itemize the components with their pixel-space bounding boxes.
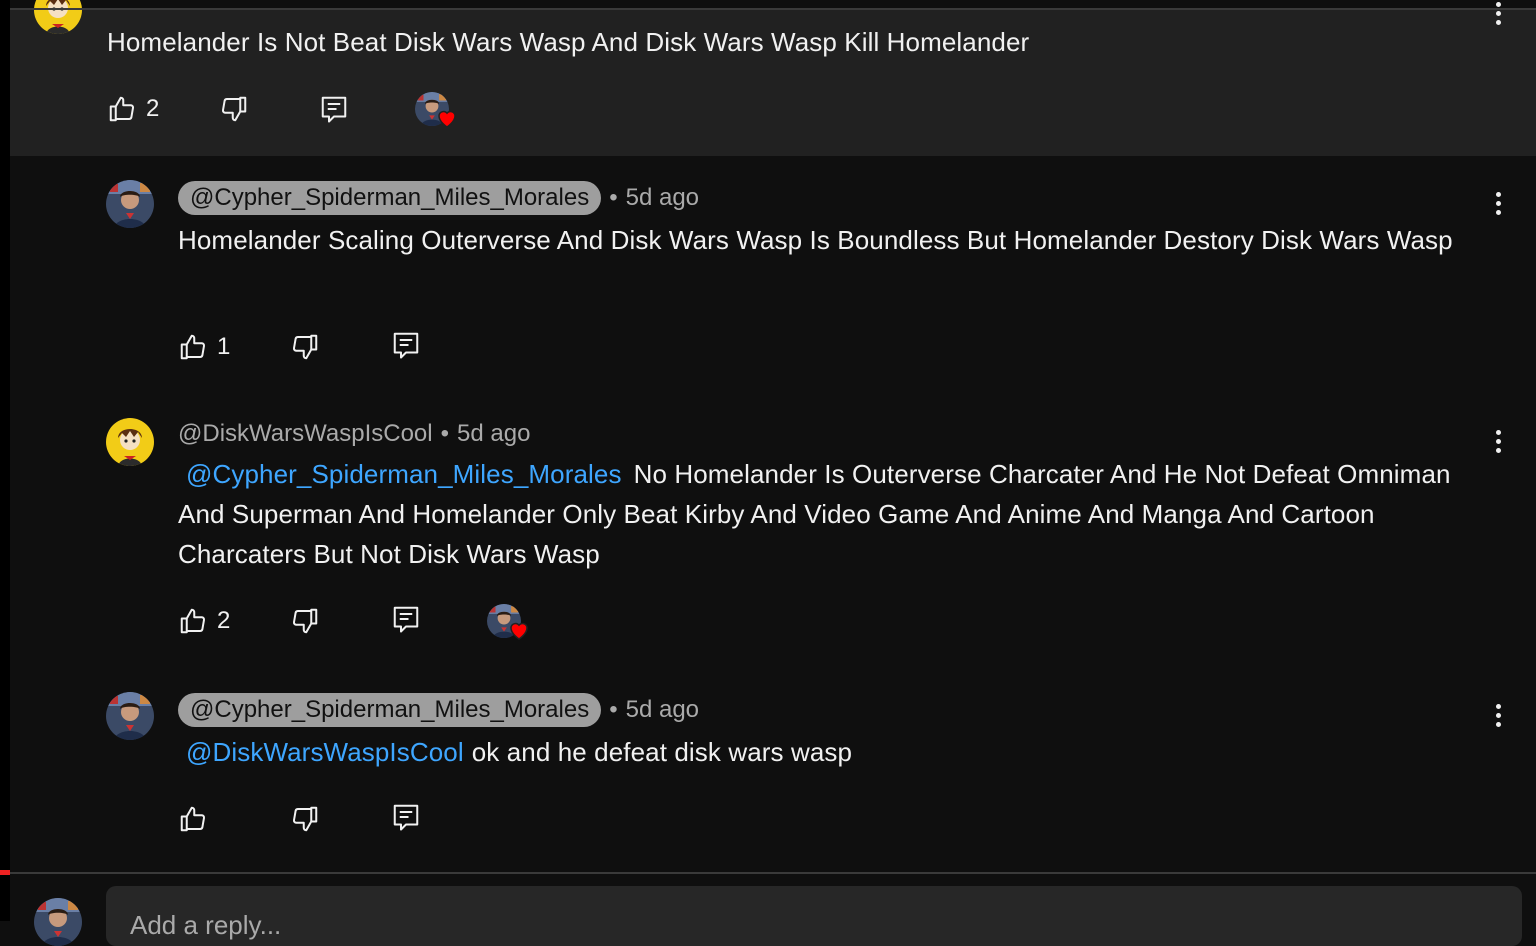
reply-input[interactable] (106, 886, 1522, 946)
mention-link[interactable]: @DiskWarsWaspIsCool (186, 737, 464, 767)
dislike-icon[interactable] (290, 332, 320, 362)
comment-body: Homelander Scaling Outerverse And Disk W… (178, 225, 1453, 255)
comment-body: ok and he defeat disk wars wasp (471, 737, 853, 767)
comment-text: @DiskWarsWaspIsCool ok and he defeat disk… (178, 732, 1478, 772)
like-icon[interactable] (178, 606, 208, 636)
like-count: 2 (217, 607, 231, 634)
creator-heart-icon (435, 106, 459, 130)
parent-comment: Homelander Is Not Beat Disk Wars Wasp An… (10, 10, 1536, 156)
timestamp[interactable]: 5d ago (626, 184, 699, 212)
timestamp[interactable]: 5d ago (626, 696, 699, 724)
avatar[interactable] (106, 180, 154, 228)
like-icon[interactable] (178, 804, 208, 834)
author-handle[interactable]: @Cypher_Spiderman_Miles_Morales (178, 693, 602, 727)
reply-icon[interactable] (391, 802, 421, 832)
more-icon[interactable] (1494, 192, 1502, 222)
reply-icon[interactable] (319, 94, 349, 124)
creator-heart-icon (507, 618, 531, 642)
more-icon[interactable] (1494, 430, 1502, 460)
avatar[interactable] (106, 418, 154, 466)
separator: • (609, 184, 618, 211)
separator: • (440, 420, 450, 447)
avatar[interactable] (106, 692, 154, 740)
timestamp[interactable]: 5d ago (457, 420, 530, 448)
comment-text: Homelander Scaling Outerverse And Disk W… (178, 220, 1458, 260)
like-icon[interactable] (107, 94, 137, 124)
comment-text: Homelander Is Not Beat Disk Wars Wasp An… (107, 27, 1030, 57)
separator: • (609, 696, 618, 723)
reply-icon[interactable] (391, 330, 421, 360)
dislike-icon[interactable] (219, 94, 249, 124)
author-handle[interactable]: @DiskWarsWaspIsCool (178, 420, 433, 448)
comment-meta: @DiskWarsWaspIsCool • 5d ago (178, 416, 530, 452)
like-count: 1 (217, 333, 231, 360)
divider (0, 872, 1536, 874)
left-edge (0, 0, 10, 921)
mention-link[interactable]: @Cypher_Spiderman_Miles_Morales (186, 459, 622, 489)
comment-meta: @Cypher_Spiderman_Miles_Morales • 5d ago (178, 180, 699, 216)
comment-meta: @Cypher_Spiderman_Miles_Morales • 5d ago (178, 692, 699, 728)
user-avatar[interactable] (34, 898, 82, 946)
avatar[interactable] (34, 0, 82, 34)
author-handle[interactable]: @Cypher_Spiderman_Miles_Morales (178, 181, 602, 215)
dislike-icon[interactable] (290, 804, 320, 834)
comment-text: @Cypher_Spiderman_Miles_Morales No Homela… (178, 454, 1478, 574)
more-icon[interactable] (1494, 2, 1502, 32)
divider (10, 8, 1536, 10)
progress-indicator (0, 870, 10, 875)
like-icon[interactable] (178, 332, 208, 362)
more-icon[interactable] (1494, 704, 1502, 734)
like-count: 2 (146, 95, 160, 122)
dislike-icon[interactable] (290, 606, 320, 636)
reply-icon[interactable] (391, 604, 421, 634)
